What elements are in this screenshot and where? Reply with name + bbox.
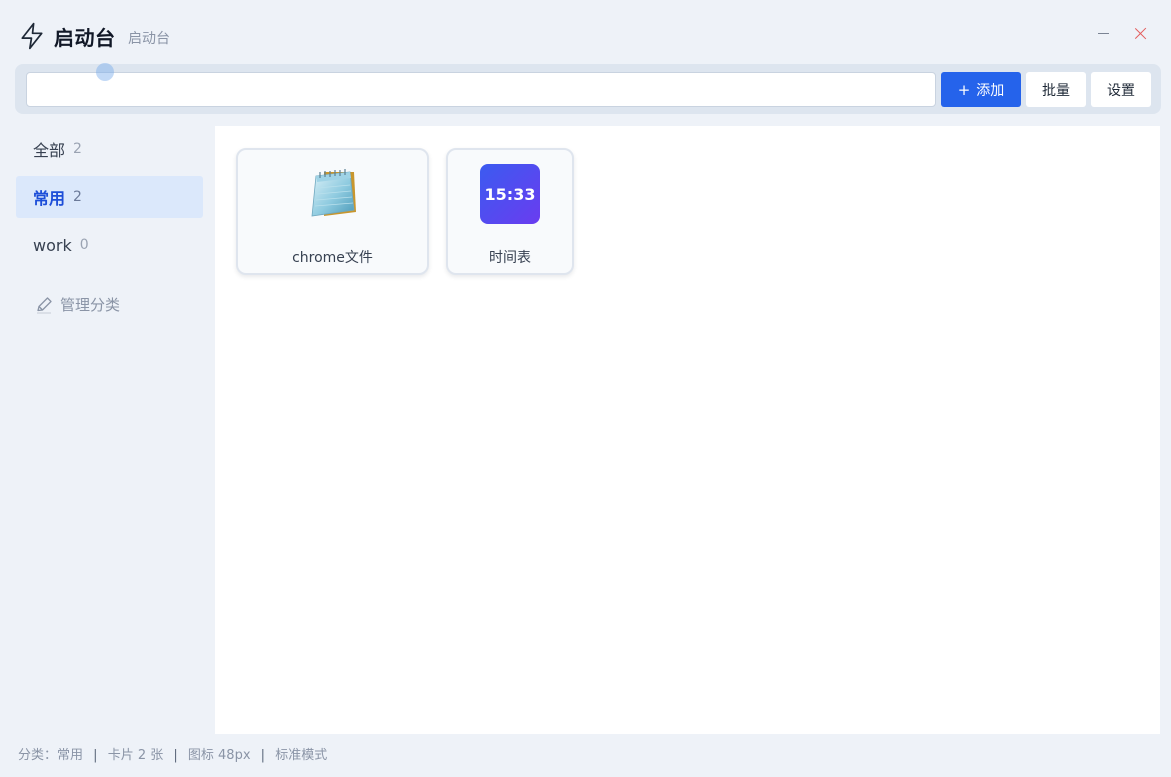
- bolt-icon: [21, 22, 43, 50]
- card-label: 时间表: [489, 250, 531, 266]
- manage-categories-button[interactable]: 管理分类: [34, 294, 120, 315]
- sidebar-item-label: 常用: [33, 189, 66, 208]
- app-subtitle: 启动台: [128, 31, 170, 47]
- sidebar-item-count: 2: [73, 141, 82, 157]
- status-separator: |: [260, 748, 266, 763]
- sidebar-item-label: work: [33, 235, 72, 255]
- close-button[interactable]: [1133, 26, 1149, 42]
- status-mode: 标准模式: [275, 748, 328, 763]
- sidebar-item-count: 2: [73, 189, 82, 205]
- sidebar-item-work[interactable]: work 0: [16, 224, 203, 266]
- sidebar: 全部 2 常用 2 work 0 管理分类: [16, 128, 203, 314]
- toolbar: + 添加 批量 设置: [15, 63, 1161, 114]
- sidebar-item-common[interactable]: 常用 2: [16, 176, 203, 218]
- add-button[interactable]: + 添加: [941, 72, 1021, 107]
- manage-categories-label: 管理分类: [60, 296, 121, 314]
- status-bar: 分类：常用 | 卡片 2 张 | 图标 48px | 标准模式: [18, 744, 327, 763]
- status-icon-size: 图标 48px: [187, 748, 251, 763]
- launcher-card[interactable]: chrome文件: [236, 148, 429, 275]
- status-separator: |: [173, 748, 178, 763]
- status-card-count: 卡片 2 张: [107, 748, 164, 763]
- batch-button[interactable]: 批量: [1026, 72, 1086, 107]
- sidebar-item-label: 全部: [33, 141, 66, 160]
- sidebar-item-count: 0: [79, 237, 89, 253]
- launcher-panel: chrome文件 15:33 时间表: [215, 126, 1160, 734]
- title-bar: 启动台 启动台: [0, 0, 1171, 64]
- status-separator: |: [93, 748, 98, 763]
- search-input[interactable]: [26, 72, 936, 107]
- plus-icon: +: [957, 80, 971, 99]
- status-category: 分类：常用: [18, 748, 84, 763]
- sidebar-item-all[interactable]: 全部 2: [16, 128, 203, 170]
- app-title: 启动台: [54, 26, 116, 50]
- launcher-card[interactable]: 15:33 时间表: [446, 148, 574, 275]
- settings-button[interactable]: 设置: [1091, 72, 1151, 107]
- minimize-button[interactable]: [1096, 24, 1112, 44]
- pencil-icon: [37, 296, 52, 313]
- pointer-indicator: [96, 63, 114, 81]
- card-label: chrome文件: [292, 250, 373, 266]
- clock-icon: 15:33: [480, 164, 540, 224]
- notepad-icon: [311, 169, 356, 217]
- add-button-label: 添加: [976, 82, 1005, 99]
